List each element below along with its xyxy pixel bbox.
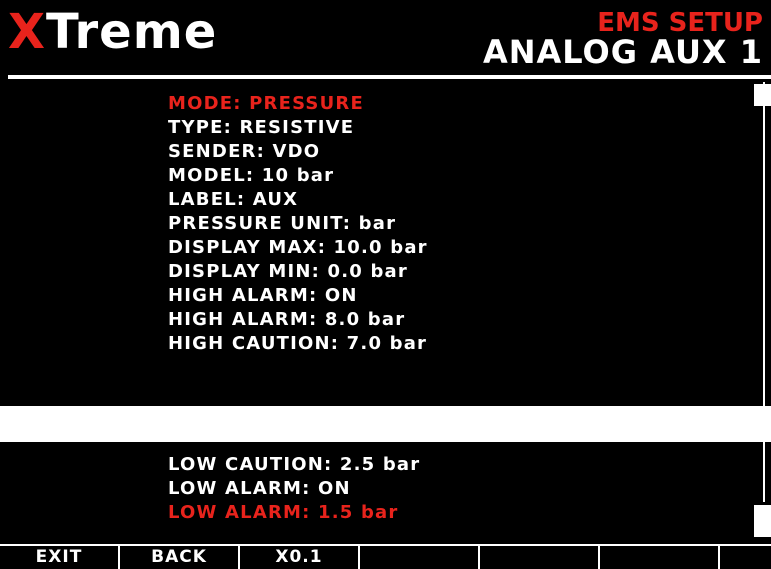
softkey-x0-1[interactable]: X0.1 — [240, 546, 360, 569]
menu-item-low-alarm-on[interactable]: LOW ALARM: ON — [168, 477, 420, 501]
scrollbar-thumb[interactable] — [754, 84, 771, 106]
softkey-empty-4[interactable] — [480, 546, 600, 569]
menu-item-display-max-10-0-bar[interactable]: DISPLAY MAX: 10.0 bar — [168, 236, 428, 260]
menu-item-type-resistive[interactable]: TYPE: RESISTIVE — [168, 116, 428, 140]
menu-item-pressure-unit-bar[interactable]: PRESSURE UNIT: bar — [168, 212, 428, 236]
xtreme-logo: XTreme — [8, 8, 217, 56]
menu-item-high-alarm-on[interactable]: HIGH ALARM: ON — [168, 284, 428, 308]
softkey-bar: EXIT BACK X0.1 — [0, 544, 771, 569]
screen-subtitle: ANALOG AUX 1 — [482, 33, 763, 71]
settings-menu-top: MODE: PRESSURE TYPE: RESISTIVE SENDER: VDO… — [168, 92, 428, 356]
header-divider — [8, 75, 771, 79]
menu-item-label-aux[interactable]: LABEL: AUX — [168, 188, 428, 212]
scrollbar-track — [763, 82, 765, 406]
menu-item-low-alarm-1-5-bar[interactable]: LOW ALARM: 1.5 bar — [168, 501, 420, 525]
screen-bottom-section: LOW CAUTION: 2.5 bar LOW ALARM: ON LOW ALA… — [0, 442, 771, 569]
menu-item-mode-pressure[interactable]: MODE: PRESSURE — [168, 92, 428, 116]
scrollbar-track — [763, 442, 765, 502]
screen-top-section: XTreme EMS SETUP ANALOG AUX 1 MODE: PRES… — [0, 0, 771, 406]
logo-x: X — [8, 4, 47, 60]
menu-item-display-min-0-0-bar[interactable]: DISPLAY MIN: 0.0 bar — [168, 260, 428, 284]
menu-item-high-caution-7-0-bar[interactable]: HIGH CAUTION: 7.0 bar — [168, 332, 428, 356]
menu-item-sender-vdo[interactable]: SENDER: VDO — [168, 140, 428, 164]
softkey-empty-5[interactable] — [600, 546, 720, 569]
menu-item-low-caution-2-5-bar[interactable]: LOW CAUTION: 2.5 bar — [168, 453, 420, 477]
softkey-empty-3[interactable] — [360, 546, 480, 569]
menu-item-high-alarm-8-0-bar[interactable]: HIGH ALARM: 8.0 bar — [168, 308, 428, 332]
softkey-knob[interactable] — [720, 546, 771, 569]
menu-item-model-10-bar[interactable]: MODEL: 10 bar — [168, 164, 428, 188]
softkey-exit[interactable]: EXIT — [0, 546, 120, 569]
softkey-back[interactable]: BACK — [120, 546, 240, 569]
scrollbar-thumb[interactable] — [754, 505, 771, 537]
settings-menu-bottom: LOW CAUTION: 2.5 bar LOW ALARM: ON LOW ALA… — [168, 453, 420, 525]
logo-text: Treme — [46, 4, 218, 60]
